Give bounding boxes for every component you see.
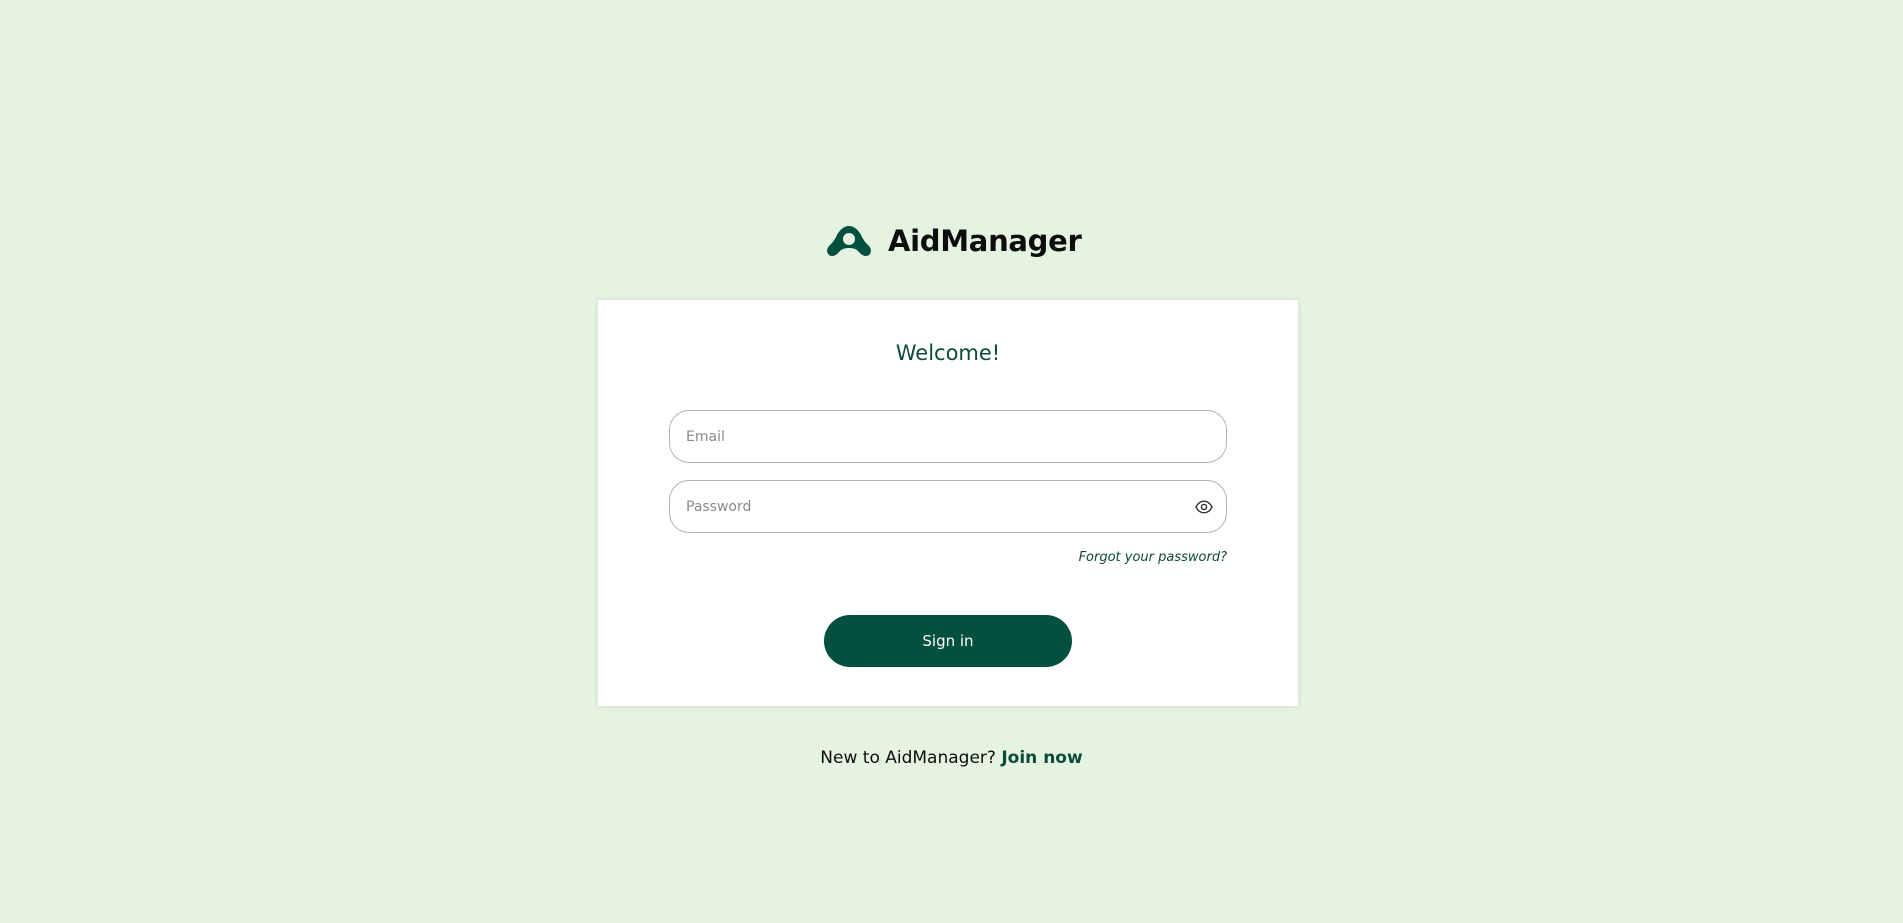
signup-prompt-text: New to AidManager?: [820, 748, 996, 768]
join-now-link[interactable]: Join now: [1001, 748, 1082, 768]
forgot-password-link[interactable]: Forgot your password?: [1079, 550, 1227, 565]
login-card: Welcome! Forgot your password? Sign in: [598, 300, 1298, 706]
signup-prompt: New to AidManager? Join now: [0, 748, 1903, 768]
welcome-heading: Welcome!: [895, 341, 1001, 365]
email-input[interactable]: [670, 411, 1226, 462]
eye-icon[interactable]: [1194, 497, 1214, 517]
brand-name: AidManager: [888, 224, 1082, 258]
brand-logo: AidManager: [826, 220, 1082, 262]
aidmanager-logo-icon: [827, 226, 871, 256]
password-field: [669, 480, 1227, 533]
password-input[interactable]: [670, 481, 1226, 532]
email-field: [669, 410, 1227, 463]
sign-in-button[interactable]: Sign in: [824, 615, 1072, 667]
